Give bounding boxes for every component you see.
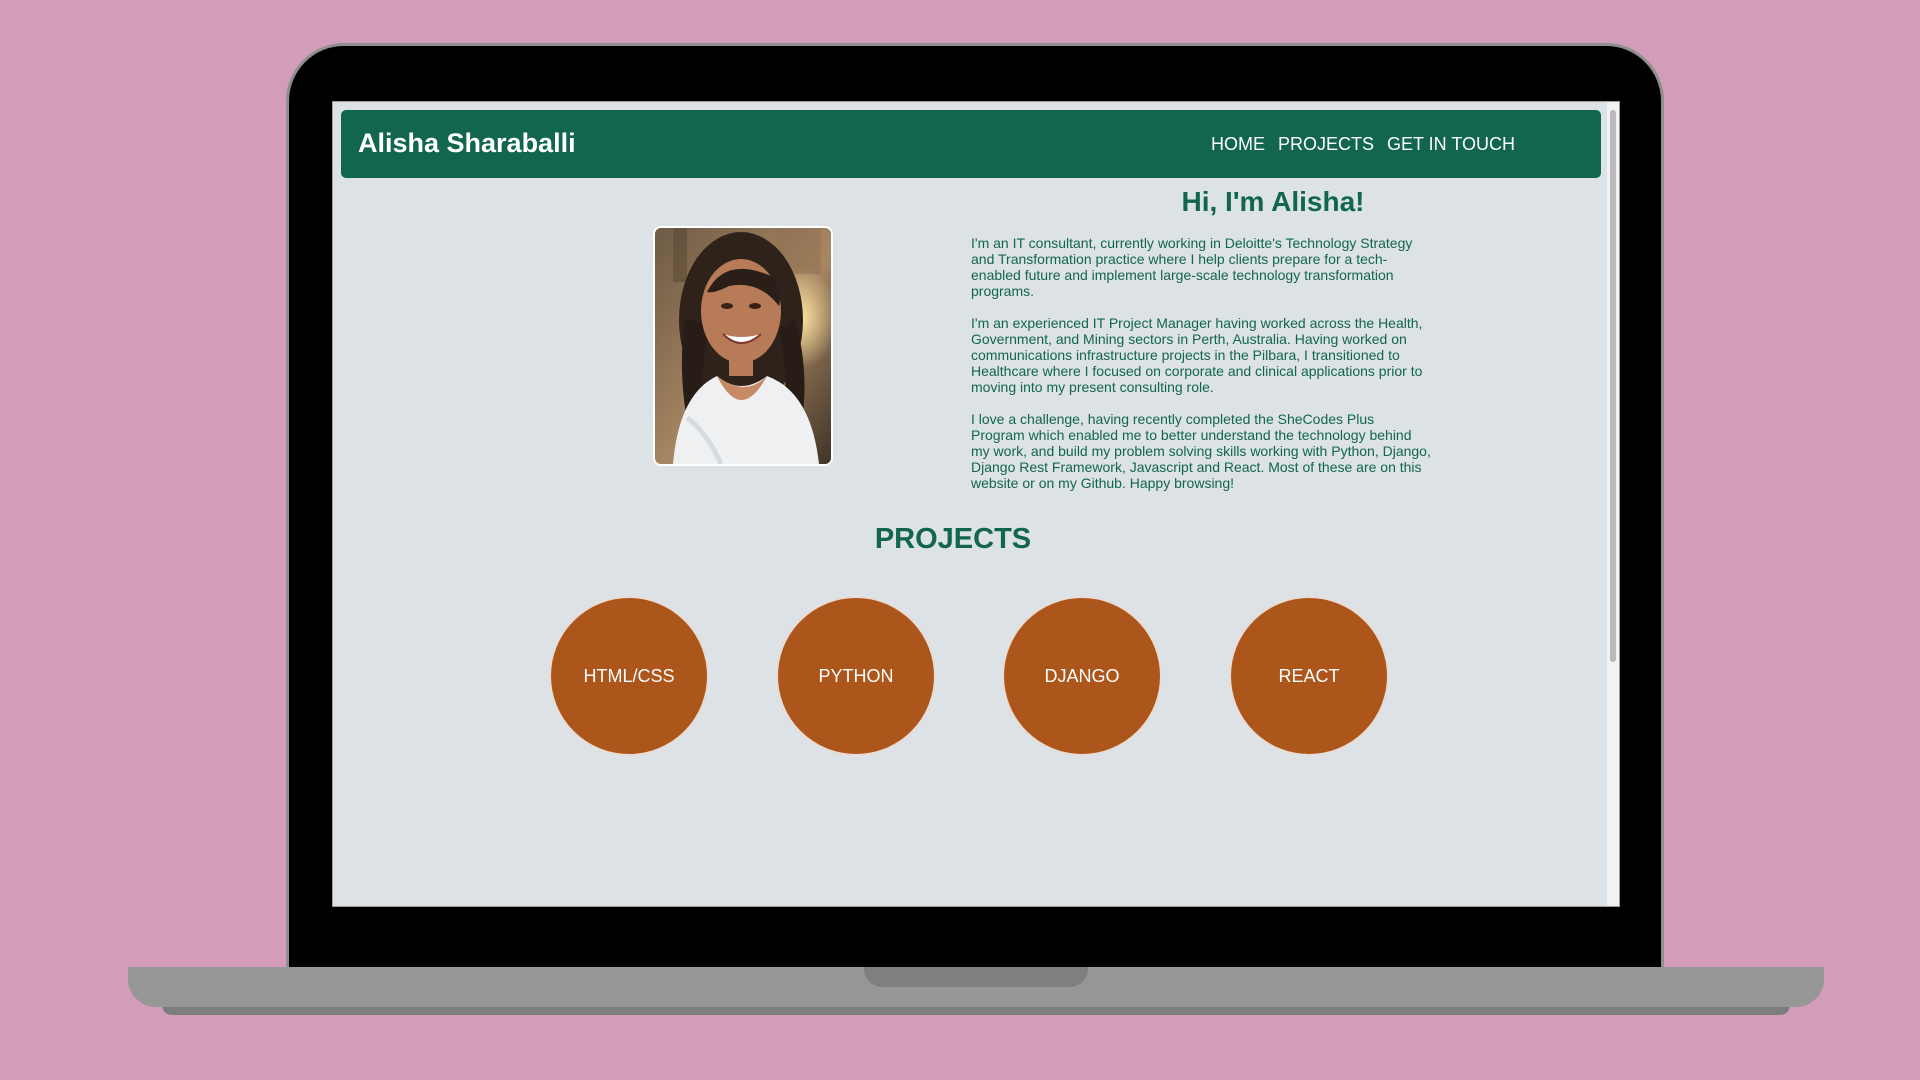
bio-paragraph: I'm an IT consultant, currently working …	[971, 235, 1413, 299]
portrait-photo-icon	[655, 228, 831, 464]
nav-home-link[interactable]: HOME	[1211, 134, 1265, 155]
navbar: Alisha Sharaballi HOME PROJECTS GET IN T…	[341, 110, 1601, 178]
website-screen: Alisha Sharaballi HOME PROJECTS GET IN T…	[332, 101, 1620, 907]
laptop-mockup: Alisha Sharaballi HOME PROJECTS GET IN T…	[0, 0, 1920, 1080]
project-react-button[interactable]: REACT	[1229, 596, 1389, 756]
laptop-notch	[864, 967, 1088, 987]
scrollbar-thumb[interactable]	[1610, 110, 1616, 662]
nav-contact-link[interactable]: GET IN TOUCH	[1387, 134, 1515, 155]
projects-heading: PROJECTS	[874, 523, 1032, 555]
about-bio: I'm an IT consultant, currently working …	[971, 235, 1431, 507]
site-brand[interactable]: Alisha Sharaballi	[358, 128, 576, 159]
project-html-css-button[interactable]: HTML/CSS	[549, 596, 709, 756]
project-python-button[interactable]: PYTHON	[776, 596, 936, 756]
bio-paragraph: I love a challenge, having recently comp…	[971, 411, 1431, 491]
vertical-scrollbar[interactable]	[1607, 102, 1619, 906]
project-django-button[interactable]: DJANGO	[1002, 596, 1162, 756]
profile-photo	[653, 226, 833, 466]
nav-links: HOME PROJECTS GET IN TOUCH	[1211, 134, 1515, 155]
bio-paragraph: I'm an experienced IT Project Manager ha…	[971, 315, 1423, 395]
about-greeting: Hi, I'm Alisha!	[1181, 186, 1365, 217]
nav-projects-link[interactable]: PROJECTS	[1278, 134, 1374, 155]
